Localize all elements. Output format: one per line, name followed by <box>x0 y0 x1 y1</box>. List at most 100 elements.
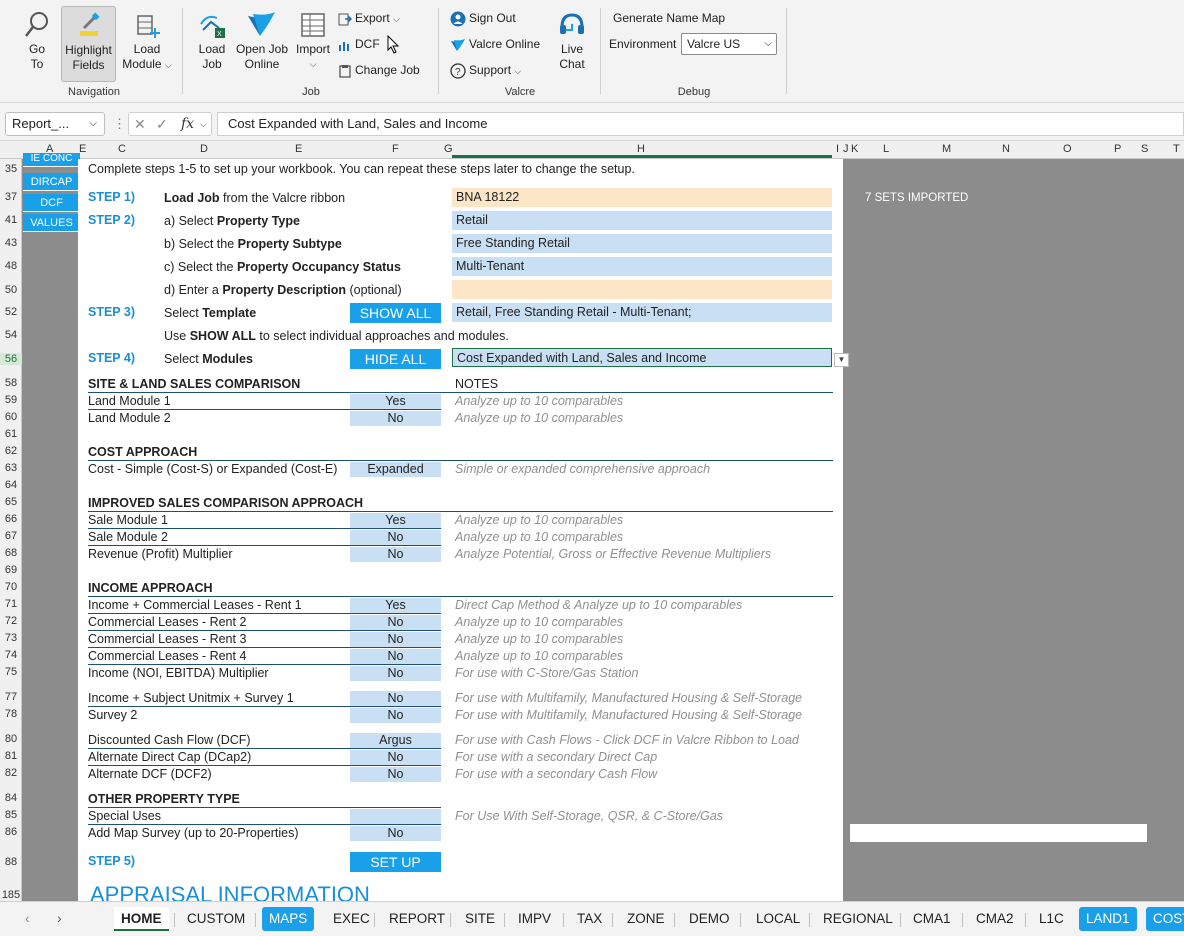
nav-values-button[interactable]: VALUES <box>23 214 80 232</box>
cancel-icon[interactable]: ✕ <box>134 113 146 135</box>
row-number[interactable]: 81 <box>0 750 22 762</box>
scroll-right-icon[interactable]: › <box>57 910 62 926</box>
row-number[interactable]: 56 <box>0 353 22 365</box>
column-header[interactable]: K <box>851 143 858 155</box>
open-job-online-button[interactable]: Open Job Online <box>235 6 289 82</box>
template-field[interactable]: Retail, Free Standing Retail - Multi-Ten… <box>452 303 832 322</box>
go-to-button[interactable]: Go To <box>12 6 62 82</box>
row-number[interactable]: 68 <box>0 547 22 559</box>
row-number[interactable]: 50 <box>0 284 22 296</box>
column-header[interactable]: D <box>200 143 208 155</box>
module-value[interactable]: Argus <box>350 733 441 748</box>
row-number[interactable]: 59 <box>0 394 22 406</box>
row-number[interactable]: 64 <box>0 479 22 491</box>
column-header[interactable]: E <box>295 143 302 155</box>
module-value[interactable] <box>350 809 441 824</box>
row-number[interactable]: 69 <box>0 564 22 576</box>
hide-all-button[interactable]: HIDE ALL <box>350 349 441 369</box>
row-number[interactable]: 60 <box>0 411 22 423</box>
column-header[interactable]: P <box>1114 143 1121 155</box>
property-subtype-field[interactable]: Free Standing Retail <box>452 234 832 253</box>
module-value[interactable]: No <box>350 615 441 630</box>
module-value[interactable]: No <box>350 530 441 545</box>
live-chat-button[interactable]: Live Chat <box>552 6 592 82</box>
sheet-tab-exec[interactable]: EXEC <box>326 907 377 931</box>
module-value[interactable]: No <box>350 649 441 664</box>
nav-dcf-button[interactable]: DCF <box>23 194 80 212</box>
nav-ie-conc-button[interactable]: IE CONC <box>23 153 80 167</box>
column-header[interactable]: T <box>1173 143 1180 155</box>
module-value[interactable]: No <box>350 666 441 681</box>
column-header[interactable]: I <box>836 143 839 155</box>
import-button[interactable]: Import ⌵ <box>292 6 334 82</box>
row-number[interactable]: 58 <box>0 377 22 389</box>
row-number[interactable]: 78 <box>0 708 22 720</box>
scroll-left-icon[interactable]: ‹ <box>25 910 30 926</box>
sheet-tab-maps[interactable]: MAPS <box>262 907 315 931</box>
row-number[interactable]: 72 <box>0 615 22 627</box>
support-button[interactable]: ? Support ⌵ <box>450 60 521 80</box>
row-number[interactable]: 52 <box>0 306 22 318</box>
sheet-tab-cma2[interactable]: CMA2 <box>969 907 1021 931</box>
row-number[interactable]: 77 <box>0 691 22 703</box>
row-number[interactable]: 84 <box>0 792 22 804</box>
row-number[interactable]: 63 <box>0 462 22 474</box>
module-value[interactable]: Yes <box>350 513 441 528</box>
module-value[interactable]: No <box>350 411 441 426</box>
module-value[interactable]: Expanded <box>350 462 441 477</box>
row-number[interactable]: 67 <box>0 530 22 542</box>
dropdown-arrow-icon[interactable]: ▼ <box>834 353 849 367</box>
sheet-tab-site[interactable]: SITE <box>458 907 502 931</box>
module-value[interactable]: Yes <box>350 598 441 613</box>
row-number[interactable]: 35 <box>0 163 22 175</box>
module-value[interactable]: No <box>350 750 441 765</box>
change-job-button[interactable]: Change Job <box>338 60 420 80</box>
sheet-tab-demo[interactable]: DEMO <box>682 907 737 931</box>
show-all-button[interactable]: SHOW ALL <box>350 303 441 323</box>
row-number[interactable]: 82 <box>0 767 22 779</box>
row-number[interactable]: 37 <box>0 191 22 203</box>
nav-dircap-button[interactable]: DIRCAP <box>23 173 80 191</box>
highlight-fields-button[interactable]: Highlight Fields <box>61 6 116 82</box>
row-number[interactable]: 66 <box>0 513 22 525</box>
sheet-tab-land1[interactable]: LAND1 <box>1079 907 1137 931</box>
column-header[interactable]: F <box>392 143 399 155</box>
row-number[interactable]: 185 <box>0 889 22 901</box>
sheet-tab-cost[interactable]: COST <box>1146 907 1184 931</box>
module-value[interactable]: No <box>350 547 441 562</box>
row-number[interactable]: 86 <box>0 826 22 838</box>
row-number[interactable]: 85 <box>0 809 22 821</box>
sheet-tab-report[interactable]: REPORT <box>382 907 452 931</box>
export-button[interactable]: Export ⌵ <box>338 8 400 28</box>
sheet-tab-l1c[interactable]: L1C <box>1032 907 1071 931</box>
module-value[interactable]: No <box>350 708 441 723</box>
module-value[interactable]: No <box>350 767 441 782</box>
dcf-button[interactable]: DCF <box>338 34 380 54</box>
column-header[interactable]: E <box>79 143 86 155</box>
modules-field[interactable]: Cost Expanded with Land, Sales and Incom… <box>452 348 832 367</box>
sheet-tab-cma1[interactable]: CMA1 <box>906 907 958 931</box>
sheet-tab-regional[interactable]: REGIONAL <box>816 907 900 931</box>
module-value[interactable]: No <box>350 691 441 706</box>
row-number[interactable]: 88 <box>0 856 22 868</box>
load-job-button[interactable]: X Load Job <box>192 6 232 82</box>
row-number[interactable]: 65 <box>0 496 22 508</box>
job-field[interactable]: BNA 18122 <box>452 188 832 207</box>
column-header[interactable]: N <box>1002 143 1010 155</box>
module-value[interactable]: No <box>350 826 441 841</box>
row-number[interactable]: 75 <box>0 666 22 678</box>
column-header[interactable]: L <box>883 143 889 155</box>
row-number[interactable]: 54 <box>0 329 22 341</box>
column-header[interactable]: S <box>1141 143 1148 155</box>
sheet-tab-home[interactable]: HOME <box>114 907 169 931</box>
insert-function-icon[interactable]: fx <box>181 113 194 135</box>
confirm-icon[interactable]: ✓ <box>156 113 168 135</box>
column-header[interactable]: H <box>637 143 645 155</box>
chevron-down-icon[interactable]: ⌵ <box>200 113 207 135</box>
column-header[interactable]: C <box>118 143 126 155</box>
generate-name-map-button[interactable]: Generate Name Map <box>613 8 725 28</box>
module-value[interactable]: Yes <box>350 394 441 409</box>
row-number[interactable]: 71 <box>0 598 22 610</box>
sheet-tab-zone[interactable]: ZONE <box>620 907 672 931</box>
column-header[interactable]: G <box>444 143 453 155</box>
